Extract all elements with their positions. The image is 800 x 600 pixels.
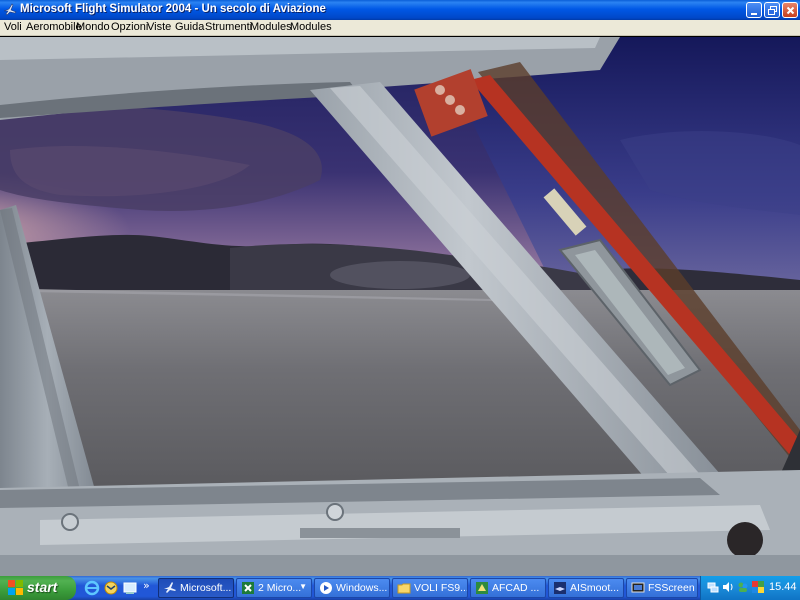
excel-icon [242,582,254,594]
maximize-button[interactable] [764,2,780,18]
minimize-button[interactable] [746,2,762,18]
clock[interactable]: 15.44 [769,581,797,593]
minimize-icon [751,13,757,15]
network-icon[interactable] [707,581,719,593]
volume-icon[interactable] [722,581,734,593]
fsscreen-icon [631,582,645,593]
task-label: 2 Micro... [258,582,302,594]
window-title: Microsoft Flight Simulator 2004 - Un sec… [20,3,326,15]
menu-modules-2[interactable]: Modules [290,21,332,33]
task-label: Windows... [336,582,388,594]
task-label: AISmoot... [570,582,620,594]
flight-sim-icon [164,582,176,593]
task-label: Microsoft... [180,582,232,594]
folder-icon [397,583,411,594]
outlook-express-icon[interactable] [103,580,119,596]
cockpit-scene [0,37,800,576]
menu-voli[interactable]: Voli [4,21,22,33]
afcad-icon [476,582,488,594]
restore-icon [768,6,777,15]
menu-opzioni[interactable]: Opzioni [111,21,148,33]
task-afcad[interactable]: AFCAD ... [470,578,546,598]
show-desktop-icon[interactable] [122,580,138,596]
start-label: start [27,579,58,595]
menu-mondo[interactable]: Mondo [76,21,110,33]
menu-strumenti[interactable]: Strumenti [205,21,252,33]
windows-logo-icon [8,580,23,595]
task-fsscreen[interactable]: FSScreen [626,578,698,598]
system-tray: 15.44 [700,576,800,600]
task-flight-simulator[interactable]: Microsoft... [158,578,234,598]
menu-bar: Voli Aeromobile Mondo Opzioni Viste Guid… [0,20,800,36]
task-label: FSScreen [648,582,695,594]
title-bar[interactable]: Microsoft Flight Simulator 2004 - Un sec… [0,0,800,20]
flight-sim-app-icon [3,3,17,16]
menu-modules-1[interactable]: Modules [250,21,292,33]
start-button[interactable]: start [0,576,76,600]
task-label: VOLI FS9... [414,582,468,594]
task-windows-media[interactable]: Windows... [314,578,390,598]
aismooth-icon [554,582,566,594]
security-icon[interactable] [752,581,764,593]
close-icon [786,6,795,15]
taskbar: start » Microsoft... 2 Micro... ▼ Window… [0,576,800,600]
quicklaunch-overflow[interactable]: » [143,579,150,592]
messenger-icon[interactable] [737,581,749,593]
task-voli-fs9-folder[interactable]: VOLI FS9... [392,578,468,598]
simulator-view[interactable] [0,37,800,576]
menu-guida[interactable]: Guida [175,21,204,33]
media-player-icon [320,582,332,594]
close-button[interactable] [782,2,798,18]
internet-explorer-icon[interactable] [84,580,100,596]
task-excel[interactable]: 2 Micro... ▼ [236,578,312,598]
group-arrow-icon: ▼ [299,582,307,591]
menu-aeromobile[interactable]: Aeromobile [26,21,82,33]
menu-viste[interactable]: Viste [147,21,171,33]
task-aismooth[interactable]: AISmoot... [548,578,624,598]
task-label: AFCAD ... [492,582,540,594]
